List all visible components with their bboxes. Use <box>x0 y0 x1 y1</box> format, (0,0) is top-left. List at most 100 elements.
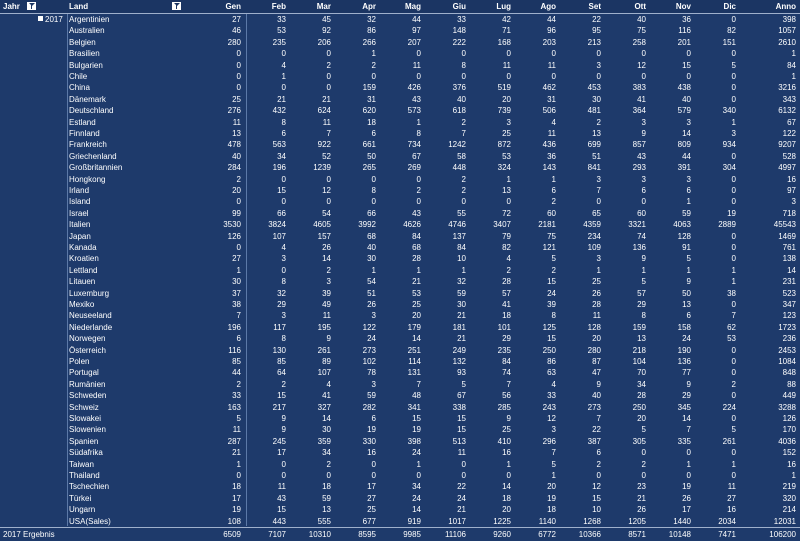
land-cell[interactable]: Österreich <box>69 345 199 356</box>
land-cell[interactable]: Frankreich <box>69 139 199 150</box>
value-cell: 919 <box>407 516 421 526</box>
filter-icon[interactable] <box>27 2 36 10</box>
value-cell: 235 <box>497 345 511 355</box>
land-cell[interactable]: Norwegen <box>69 333 199 344</box>
value-cell: 206 <box>317 37 331 47</box>
land-cell[interactable]: Ungarn <box>69 504 199 515</box>
land-cell[interactable]: Estland <box>69 117 199 128</box>
value-cell: 14 <box>412 334 421 344</box>
land-cell[interactable]: Rumänien <box>69 379 199 390</box>
land-cell[interactable]: Schweiz <box>69 402 199 413</box>
land-cell[interactable]: Finnland <box>69 128 199 139</box>
value-cell: 14 <box>322 414 331 423</box>
value-cell: 7 <box>596 414 601 423</box>
value-cell: 5 <box>641 277 646 287</box>
land-cell[interactable]: Neuseeland <box>69 310 199 321</box>
total-cell: 8595 <box>358 530 376 539</box>
value-cell: 24 <box>682 334 691 344</box>
land-cell[interactable]: Polen <box>69 356 199 367</box>
value-cell: 88 <box>787 379 796 389</box>
land-cell[interactable]: Bulgarien <box>69 60 199 71</box>
land-cell[interactable]: Großbritannien <box>69 162 199 173</box>
value-cell: 151 <box>722 37 736 47</box>
value-cell: 18 <box>322 482 331 492</box>
table-row: Kanada 0 4 26 40 68 84 82 121 109 136 91 0 761 <box>67 242 800 253</box>
value-cell: 0 <box>236 83 241 93</box>
land-cell[interactable]: Slowenien <box>69 424 199 435</box>
land-cell[interactable]: Griechenland <box>69 151 199 162</box>
value-cell: 2 <box>326 459 331 469</box>
value-cell: 0 <box>641 49 646 59</box>
land-cell[interactable]: Portugal <box>69 367 199 378</box>
land-cell[interactable]: Kroatien <box>69 253 199 264</box>
value-cell: 618 <box>452 106 466 116</box>
value-cell: 108 <box>227 516 241 526</box>
value-cell: 21 <box>637 493 646 503</box>
land-cell[interactable]: Italien <box>69 219 199 230</box>
land-cell[interactable]: Litauen <box>69 276 199 287</box>
value-cell: 52 <box>322 151 331 161</box>
collapse-icon[interactable] <box>38 16 43 21</box>
value-cell: 1440 <box>673 516 691 526</box>
land-cell[interactable]: Deutschland <box>69 105 199 116</box>
value-cell: 29 <box>277 300 286 309</box>
land-cell[interactable]: Irland <box>69 185 199 196</box>
land-cell[interactable]: Niederlande <box>69 322 199 333</box>
value-cell: 340 <box>722 106 736 116</box>
value-cell: 1 <box>236 459 241 469</box>
value-cell: 43 <box>277 493 286 503</box>
value-cell: 28 <box>412 254 421 264</box>
land-cell[interactable]: Thailand <box>69 470 199 481</box>
land-cell[interactable]: Israel <box>69 208 199 219</box>
value-cell: 506 <box>542 106 556 116</box>
value-cell: 34 <box>277 151 286 161</box>
land-cell[interactable]: Australien <box>69 25 199 36</box>
value-cell: 1140 <box>538 516 556 526</box>
land-cell[interactable]: Chile <box>69 71 199 82</box>
value-cell: 0 <box>281 49 286 59</box>
value-cell: 60 <box>547 208 556 218</box>
value-cell: 16 <box>502 448 511 458</box>
land-cell[interactable]: Japan <box>69 231 199 242</box>
value-cell: 324 <box>497 163 511 173</box>
value-cell: 1 <box>791 471 796 480</box>
value-cell: 67 <box>457 391 466 401</box>
table-row: Deutschland 276 432 624 620 573 618 739 506 481 36… <box>67 105 800 116</box>
value-cell: 383 <box>632 83 646 93</box>
value-cell: 2 <box>551 197 556 207</box>
land-cell[interactable]: Schweden <box>69 390 199 401</box>
value-cell: 13 <box>637 334 646 344</box>
value-cell: 96 <box>547 26 556 36</box>
value-cell: 122 <box>362 322 376 332</box>
filter-icon[interactable] <box>172 2 181 10</box>
value-cell: 130 <box>272 345 286 355</box>
land-cell[interactable]: Slowakei <box>69 413 199 424</box>
value-cell: 31 <box>547 94 556 104</box>
land-cell[interactable]: Südafrika <box>69 447 199 458</box>
land-cell[interactable]: Dänemark <box>69 94 199 105</box>
land-cell[interactable]: Tschechien <box>69 481 199 492</box>
value-cell: 1017 <box>448 516 466 526</box>
year-cell[interactable]: 2017 <box>38 15 63 25</box>
value-cell: 86 <box>547 357 556 366</box>
land-cell[interactable]: Brasilien <box>69 48 199 59</box>
land-cell[interactable]: Lettland <box>69 265 199 276</box>
land-cell[interactable]: Hongkong <box>69 174 199 185</box>
land-cell[interactable]: Taiwan <box>69 459 199 470</box>
value-cell: 3 <box>686 174 691 184</box>
land-cell[interactable]: Argentinien <box>69 14 199 25</box>
land-cell[interactable]: China <box>69 82 199 93</box>
land-cell[interactable]: Kanada <box>69 242 199 253</box>
land-cell[interactable]: Island <box>69 196 199 207</box>
land-cell[interactable]: Spanien <box>69 436 199 447</box>
land-cell[interactable]: Türkei <box>69 493 199 504</box>
land-cell[interactable]: Belgien <box>69 37 199 48</box>
value-cell: 29 <box>502 334 511 344</box>
value-cell: 15 <box>682 60 691 70</box>
value-cell: 71 <box>502 26 511 36</box>
land-cell[interactable]: Luxemburg <box>69 288 199 299</box>
value-cell: 107 <box>317 368 331 378</box>
land-cell[interactable]: Mexiko <box>69 299 199 310</box>
table-row: Irland 20 15 12 8 2 2 13 6 7 6 6 0 97 <box>67 185 800 196</box>
land-cell[interactable]: USA(Sales) <box>69 516 199 527</box>
